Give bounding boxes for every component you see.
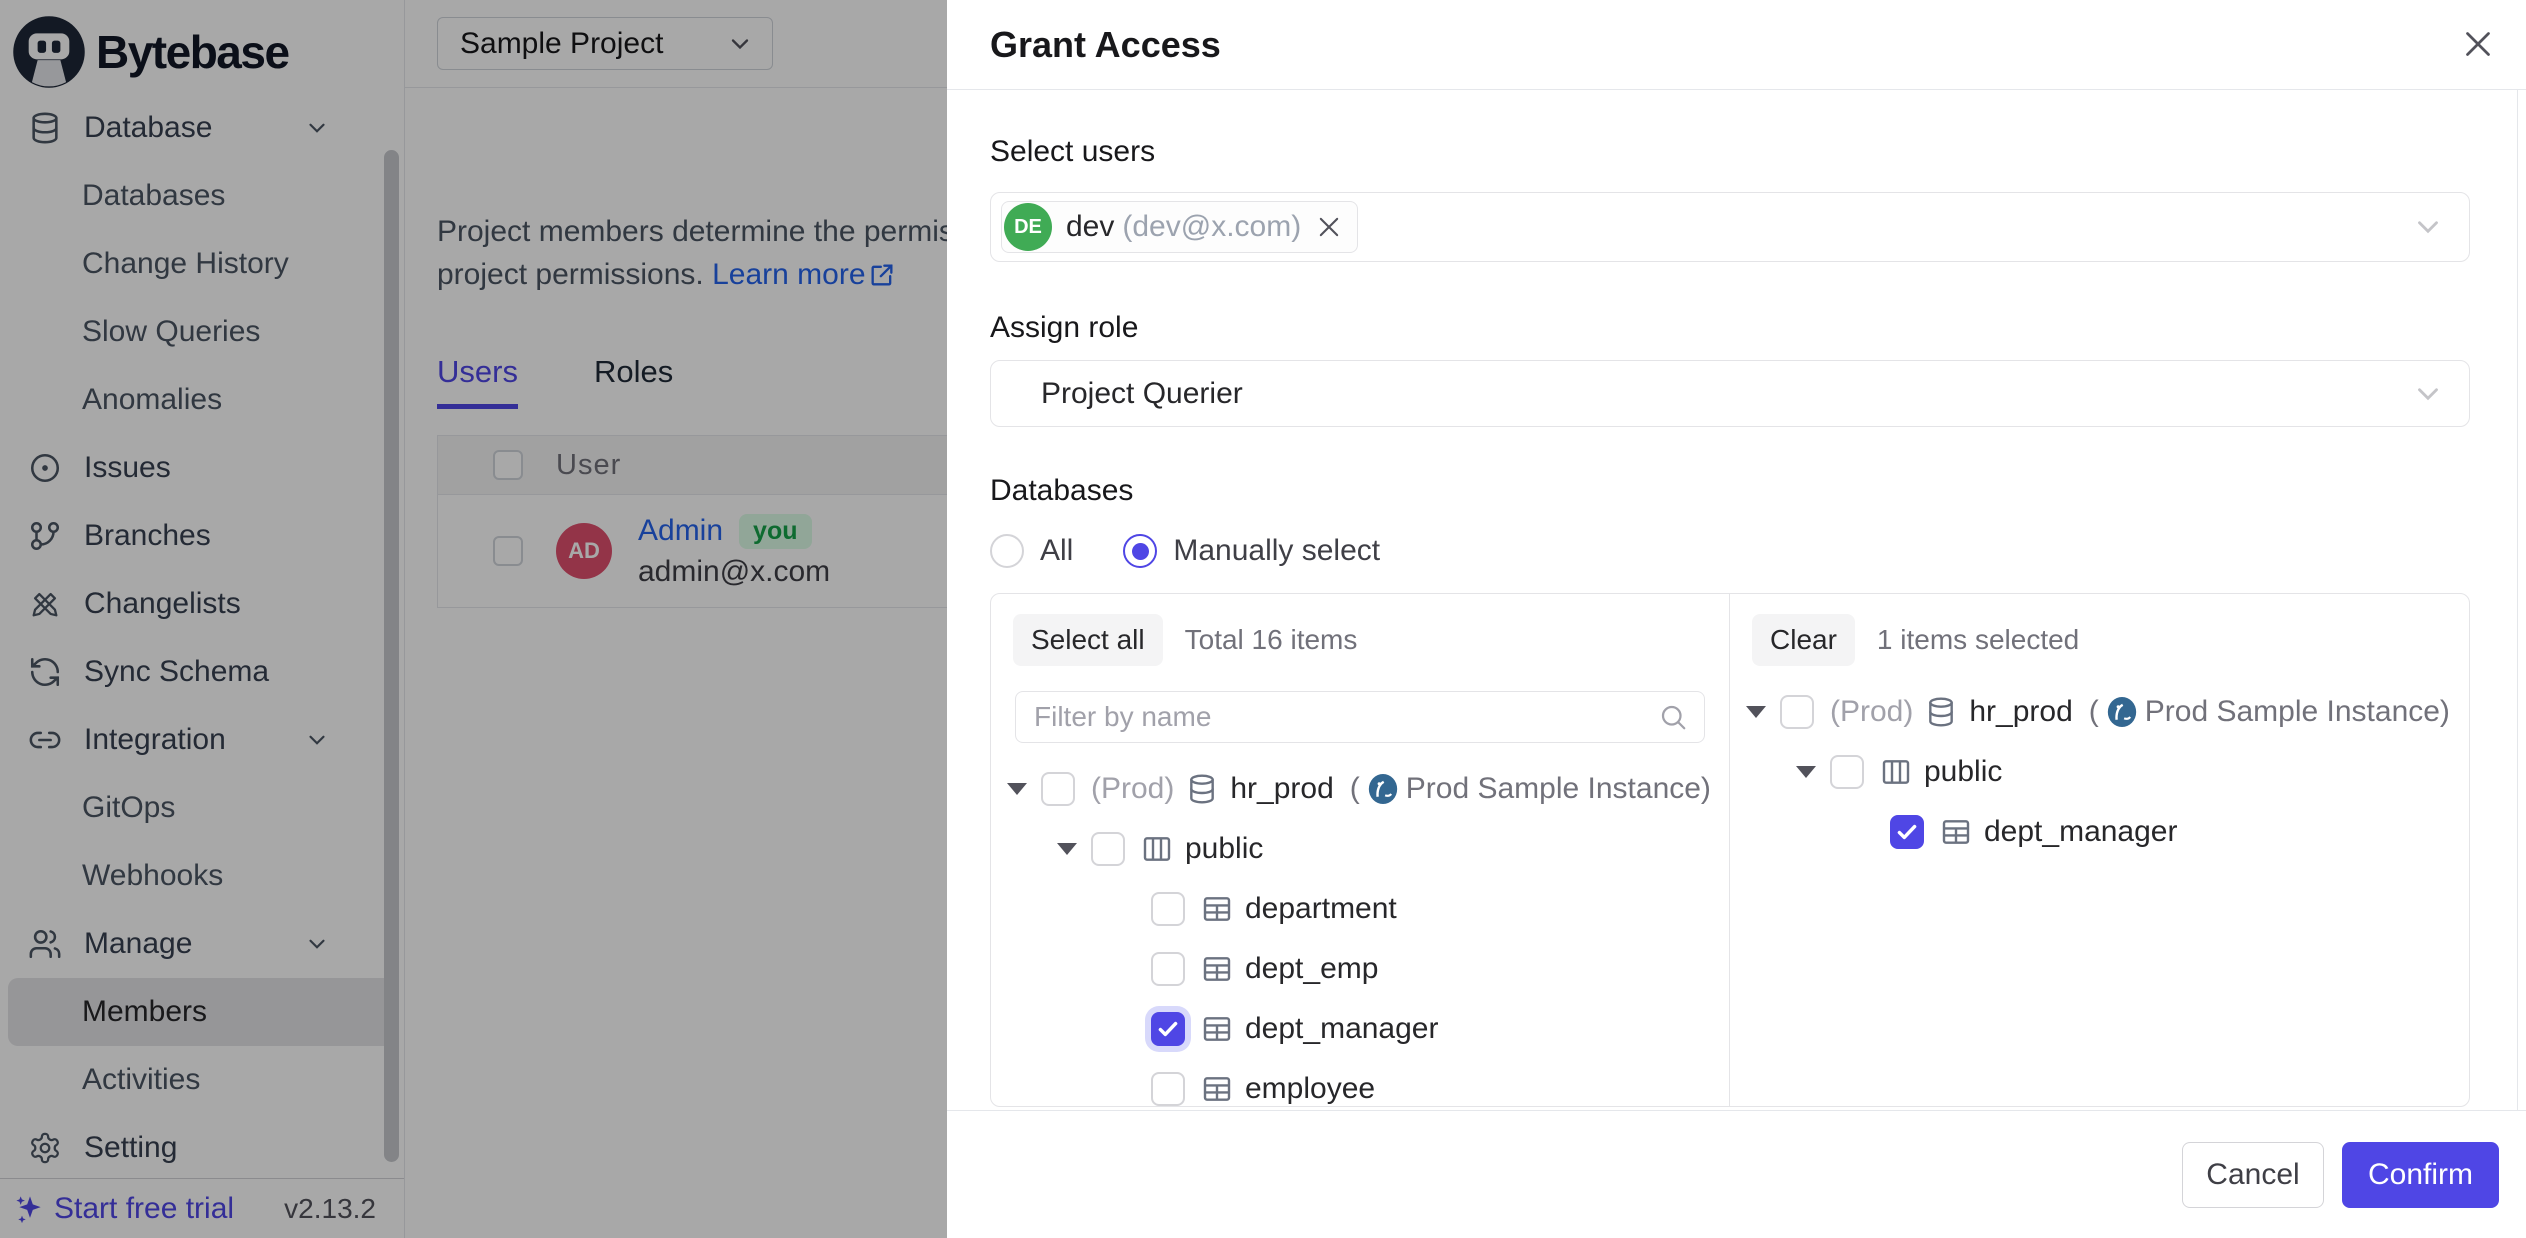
select-all-button[interactable]: Select all xyxy=(1013,614,1163,666)
filter-input[interactable] xyxy=(1034,701,1658,733)
database-icon xyxy=(1925,696,1957,728)
role-select-value: Project Querier xyxy=(1041,377,1243,411)
remove-user-icon[interactable] xyxy=(1315,213,1343,241)
close-icon[interactable] xyxy=(2460,26,2496,62)
avatar: DE xyxy=(1004,203,1052,251)
selected-user-chip: DE dev (dev@x.com) xyxy=(1001,201,1358,253)
instance-name: Prod Sample Instance) xyxy=(2145,695,2450,729)
table-icon xyxy=(1201,893,1233,925)
postgresql-icon xyxy=(1366,772,1400,806)
schema-icon xyxy=(1880,756,1912,788)
checkbox[interactable] xyxy=(1151,892,1185,926)
tree-expander-icon[interactable] xyxy=(1796,766,1816,778)
database-icon xyxy=(1186,773,1218,805)
chevron-down-icon xyxy=(2411,210,2445,244)
table-name: employee xyxy=(1245,1072,1375,1106)
cancel-button[interactable]: Cancel xyxy=(2182,1142,2324,1208)
filter-field xyxy=(1015,691,1705,743)
checkbox[interactable] xyxy=(1151,952,1185,986)
table-name: dept_emp xyxy=(1245,952,1378,986)
check-icon xyxy=(1894,819,1920,845)
tree-row-database[interactable]: (Prod) hr_prod ( Prod Sample Instance) xyxy=(1730,682,2469,742)
search-icon xyxy=(1658,702,1688,732)
grant-access-modal: Grant Access Select users DE dev (dev@x.… xyxy=(947,0,2526,1238)
tree-expander-icon[interactable] xyxy=(1057,843,1077,855)
table-icon xyxy=(1201,1013,1233,1045)
schema-name: public xyxy=(1924,755,2002,789)
source-tree: (Prod) hr_prod ( Prod Sample Instance) p… xyxy=(991,759,1729,1106)
table-name: dept_manager xyxy=(1245,1012,1438,1046)
assign-role-label: Assign role xyxy=(990,308,2517,348)
chevron-down-icon xyxy=(2411,377,2445,411)
database-scope-radios: All Manually select xyxy=(990,531,2517,571)
checkbox[interactable] xyxy=(1041,772,1075,806)
database-name: hr_prod xyxy=(1969,695,2072,729)
table-name: department xyxy=(1245,892,1397,926)
checkbox[interactable] xyxy=(1091,832,1125,866)
instance-name: Prod Sample Instance) xyxy=(1406,772,1711,806)
chip-user-email: (dev@x.com) xyxy=(1122,210,1301,244)
instance-paren: ( xyxy=(2089,695,2099,729)
total-items-label: Total 16 items xyxy=(1185,624,1358,656)
checkbox[interactable] xyxy=(1151,1072,1185,1106)
confirm-button[interactable]: Confirm xyxy=(2342,1142,2499,1208)
transfer-source-panel: Select all Total 16 items (Prod) hr_prod… xyxy=(991,594,1730,1106)
radio-all[interactable]: All xyxy=(990,534,1073,568)
tree-row-schema[interactable]: public xyxy=(991,819,1729,879)
target-tree: (Prod) hr_prod ( Prod Sample Instance) p… xyxy=(1730,682,2469,862)
checkbox[interactable] xyxy=(1830,755,1864,789)
postgresql-icon xyxy=(2105,695,2139,729)
tree-row-schema[interactable]: public xyxy=(1730,742,2469,802)
role-select[interactable]: Project Querier xyxy=(990,360,2470,427)
tree-row-database[interactable]: (Prod) hr_prod ( Prod Sample Instance) xyxy=(991,759,1729,819)
tree-expander-icon[interactable] xyxy=(1007,783,1027,795)
radio-label: All xyxy=(1040,534,1073,568)
checkbox-checked[interactable] xyxy=(1890,815,1924,849)
select-users-input[interactable]: DE dev (dev@x.com) xyxy=(990,192,2470,262)
radio-icon xyxy=(990,534,1024,568)
tree-row-table[interactable]: dept_manager xyxy=(1730,802,2469,862)
tree-row-table[interactable]: department xyxy=(991,879,1729,939)
tree-row-table[interactable]: employee xyxy=(991,1059,1729,1106)
clear-button[interactable]: Clear xyxy=(1752,614,1855,666)
radio-label: Manually select xyxy=(1173,534,1380,568)
table-icon xyxy=(1201,1073,1233,1105)
env-label: (Prod) xyxy=(1830,695,1913,729)
radio-manually-select[interactable]: Manually select xyxy=(1123,534,1380,568)
selected-items-label: 1 items selected xyxy=(1877,624,2079,656)
modal-body: Select users DE dev (dev@x.com) Assign r… xyxy=(947,90,2518,1110)
table-name: dept_manager xyxy=(1984,815,2177,849)
checkbox-checked[interactable] xyxy=(1151,1012,1185,1046)
databases-label: Databases xyxy=(990,471,2517,511)
table-icon xyxy=(1940,816,1972,848)
schema-name: public xyxy=(1185,832,1263,866)
modal-header: Grant Access xyxy=(947,0,2526,90)
transfer-target-panel: Clear 1 items selected (Prod) hr_prod ( … xyxy=(1730,594,2469,1106)
table-icon xyxy=(1201,953,1233,985)
instance-paren: ( xyxy=(1350,772,1360,806)
radio-selected-icon xyxy=(1123,534,1157,568)
tree-expander-icon[interactable] xyxy=(1746,706,1766,718)
env-label: (Prod) xyxy=(1091,772,1174,806)
modal-footer: Cancel Confirm xyxy=(947,1110,2526,1238)
tree-row-table[interactable]: dept_emp xyxy=(991,939,1729,999)
checkbox[interactable] xyxy=(1780,695,1814,729)
modal-title: Grant Access xyxy=(990,24,1221,66)
select-users-label: Select users xyxy=(990,132,2517,172)
tree-row-table[interactable]: dept_manager xyxy=(991,999,1729,1059)
database-transfer: Select all Total 16 items (Prod) hr_prod… xyxy=(990,593,2470,1107)
database-name: hr_prod xyxy=(1230,772,1333,806)
check-icon xyxy=(1155,1016,1181,1042)
schema-icon xyxy=(1141,833,1173,865)
chip-user-name: dev xyxy=(1066,210,1114,244)
